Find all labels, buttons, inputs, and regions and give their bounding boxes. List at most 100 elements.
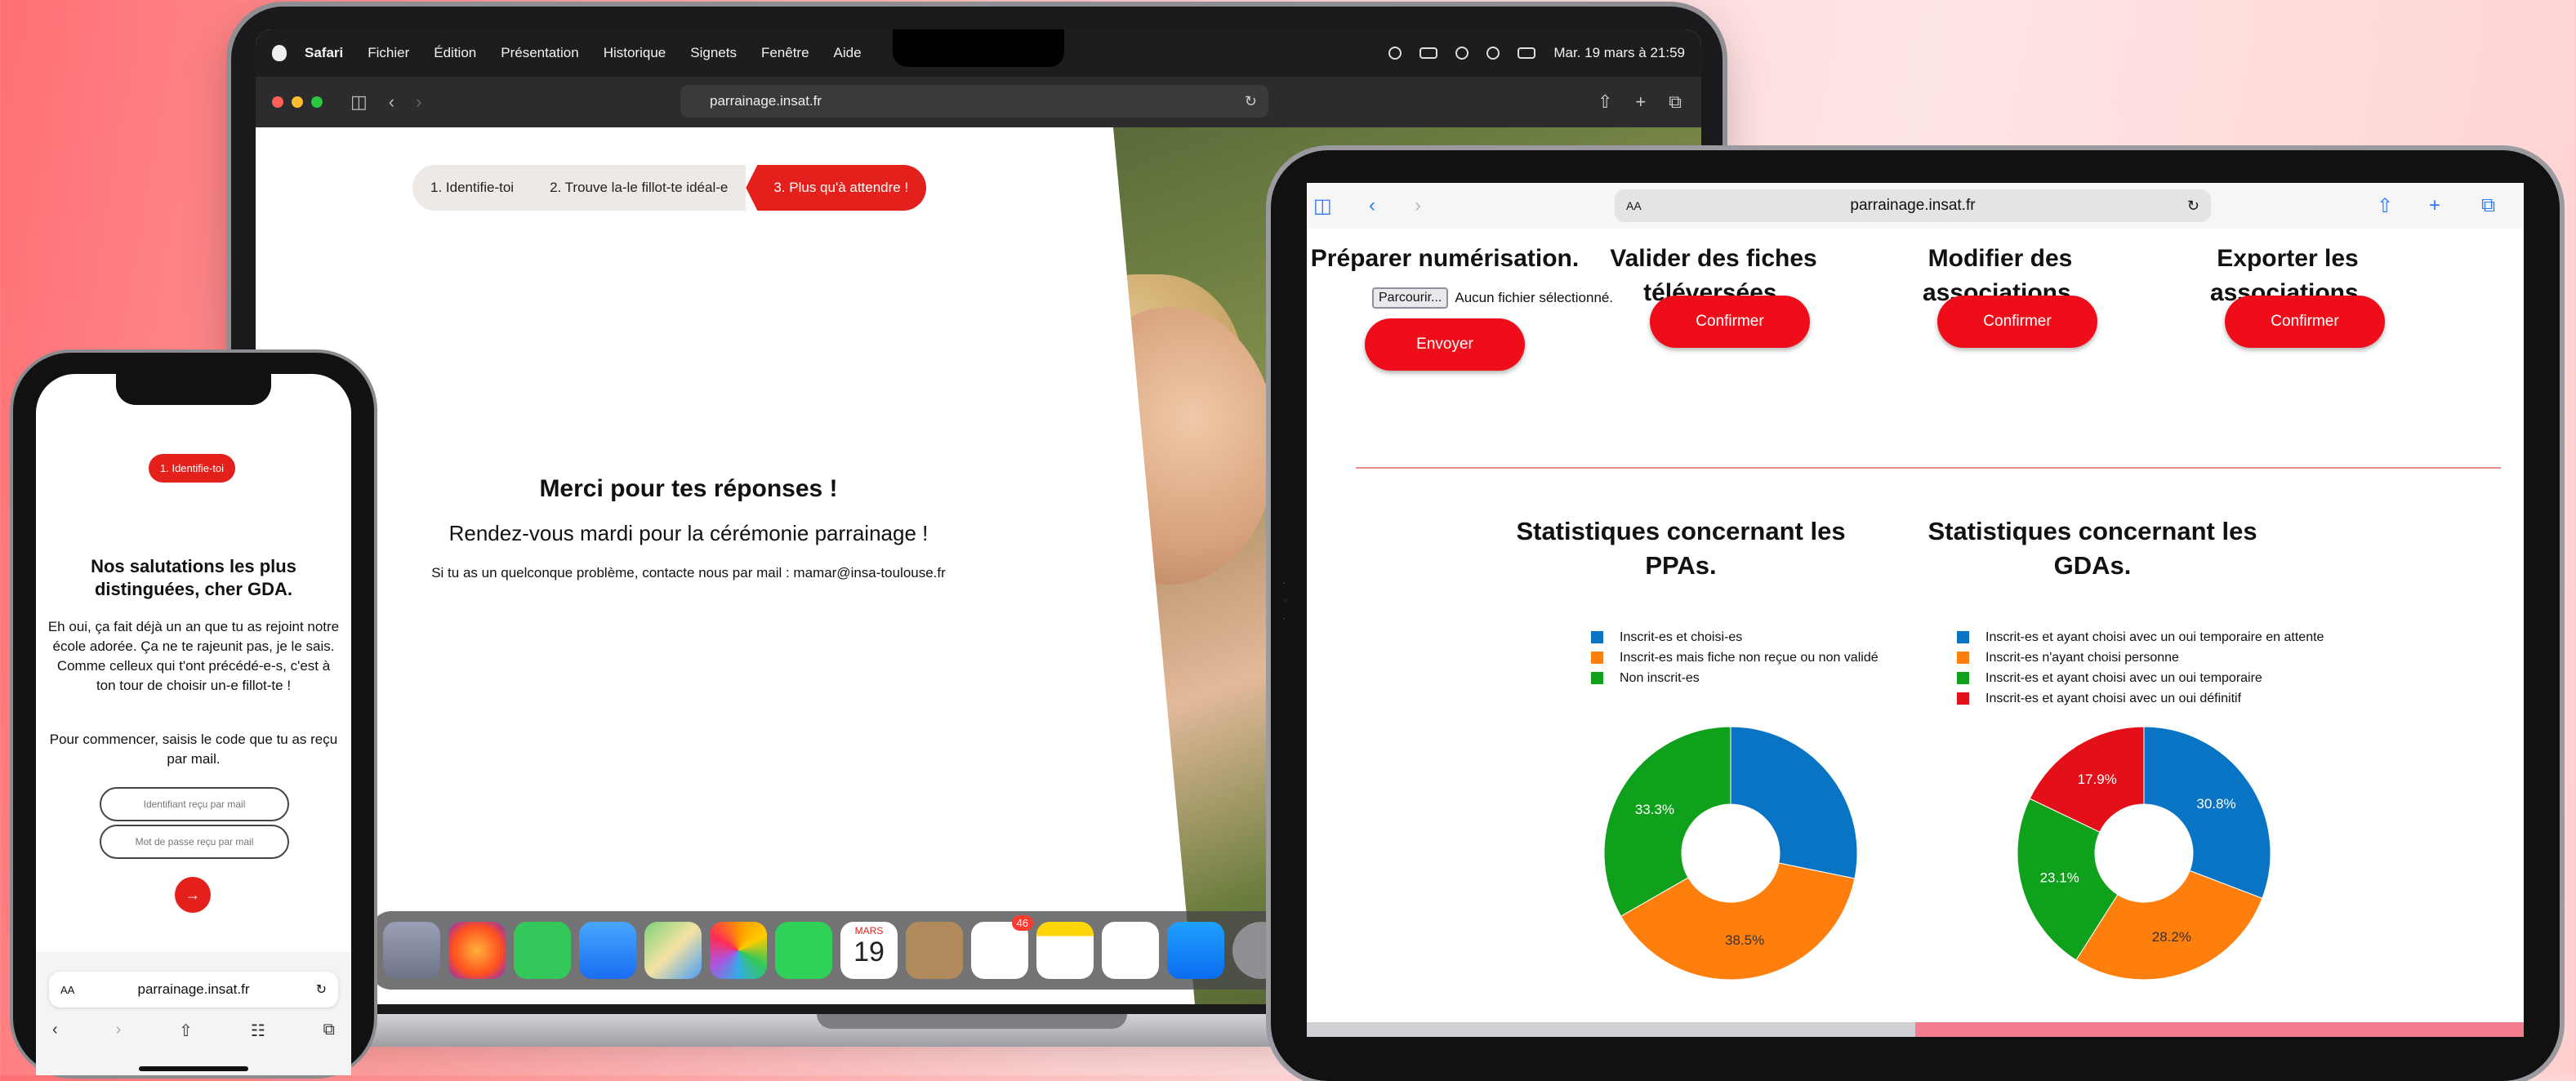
menu-historique[interactable]: Historique (604, 45, 666, 61)
tablet-address-bar[interactable]: AA parrainage.insat.fr ↻ (1615, 189, 2211, 222)
identifiant-input[interactable] (100, 787, 289, 821)
confirm-validate-button[interactable]: Confirmer (1650, 296, 1810, 348)
facetime-icon[interactable] (775, 922, 832, 979)
legend-entry[interactable]: Inscrit-es et ayant choisi avec un oui d… (1957, 688, 2324, 709)
phone-share-icon[interactable]: ⇧ (179, 1021, 193, 1041)
reminders-badge: 46 (1011, 915, 1033, 931)
menu-presentation[interactable]: Présentation (501, 45, 578, 61)
launchpad-icon[interactable] (383, 922, 440, 979)
donut-slice-label: 33.3% (1635, 802, 1674, 817)
donut-slice[interactable] (1603, 726, 1731, 917)
focus-icon[interactable] (1388, 47, 1402, 60)
calendar-icon[interactable]: MARS 19 (840, 922, 898, 979)
menubar-clock[interactable]: Mar. 19 mars à 21:59 (1553, 45, 1685, 61)
photos-icon[interactable] (710, 922, 767, 979)
donut-slice[interactable] (1730, 726, 1858, 879)
donut-slice[interactable] (2143, 726, 2271, 899)
legend-entry[interactable]: Inscrit-es mais fiche non reçue ou non v… (1591, 647, 1879, 668)
gda-legend: Inscrit-es et ayant choisi avec un oui t… (1957, 627, 2324, 709)
minimize-window-button[interactable] (292, 96, 303, 108)
donut-slice-label: 17.9% (2078, 772, 2117, 787)
sidebar-icon[interactable]: ◫ (350, 91, 368, 113)
legend-swatch (1957, 631, 1969, 643)
search-icon[interactable] (1486, 47, 1500, 60)
share-icon[interactable]: ⇧ (1598, 91, 1612, 113)
menu-fenetre[interactable]: Fenêtre (761, 45, 809, 61)
calendar-month: MARS (854, 925, 884, 936)
window-controls (272, 96, 323, 108)
laptop-url-text: parrainage.insat.fr (710, 93, 822, 109)
messages-icon[interactable] (514, 922, 571, 979)
legend-label: Non inscrit-es (1620, 671, 1700, 685)
safari-toolbar: ◫ ‹ › parrainage.insat.fr ↻ ⇧ + ⧉ (256, 77, 1701, 127)
submit-arrow-button[interactable]: → (175, 877, 211, 913)
tablet-share-icon[interactable]: ⇧ (2377, 194, 2393, 218)
notes-icon[interactable] (1036, 922, 1094, 979)
phone-tabs-icon[interactable]: ⧉ (323, 1021, 335, 1041)
forward-icon[interactable]: › (416, 91, 421, 113)
tablet-back-icon[interactable]: ‹ (1369, 194, 1375, 217)
step-find-fillot[interactable]: 2. Trouve la-le fillot-te idéal-e (532, 165, 747, 211)
laptop-base-notch (817, 1014, 1127, 1029)
phone-step-identify[interactable]: 1. Identifie-toi (149, 454, 236, 483)
mail-icon[interactable] (579, 922, 636, 979)
password-input[interactable] (100, 825, 289, 859)
freeform-icon[interactable] (1102, 922, 1159, 979)
legend-entry[interactable]: Inscrit-es et ayant choisi avec un oui t… (1957, 668, 2324, 688)
back-icon[interactable]: ‹ (389, 91, 394, 113)
battery-icon[interactable] (1419, 47, 1438, 59)
legend-label: Inscrit-es et ayant choisi avec un oui t… (1985, 671, 2262, 685)
reminders-icon[interactable]: 46 (971, 915, 1033, 979)
thanks-contact: Si tu as un quelconque problème, contact… (431, 565, 946, 581)
apple-icon[interactable] (272, 45, 287, 61)
tablet-side-indicator: · ◦ · (1282, 577, 1290, 626)
tablet-reload-icon[interactable]: ↻ (2187, 198, 2199, 215)
tablet-reader-icon[interactable]: AA (1626, 199, 1642, 212)
step-wait[interactable]: 3. Plus qu'à attendre ! (746, 165, 927, 211)
app-store-icon[interactable] (1167, 922, 1224, 979)
tablet-sidebar-icon[interactable]: ◫ (1313, 194, 1332, 218)
zoom-window-button[interactable] (311, 96, 323, 108)
maps-icon[interactable] (644, 922, 702, 979)
reload-icon[interactable]: ↻ (1245, 93, 1257, 110)
mac-menubar: Safari Fichier Édition Présentation Hist… (256, 29, 1701, 77)
phone-forward-icon[interactable]: › (116, 1021, 122, 1041)
new-tab-icon[interactable]: + (1635, 91, 1646, 113)
tablet-forward-icon[interactable]: › (1415, 194, 1421, 217)
tablet-new-tab-icon[interactable]: + (2429, 194, 2440, 217)
legend-swatch (1957, 692, 1969, 705)
close-window-button[interactable] (272, 96, 283, 108)
envoyer-button[interactable]: Envoyer (1365, 318, 1525, 371)
menu-signets[interactable]: Signets (690, 45, 737, 61)
home-indicator (139, 1066, 248, 1071)
confirm-export-button[interactable]: Confirmer (2225, 296, 2385, 348)
phone-reader-icon[interactable]: AA (60, 984, 74, 996)
menu-fichier[interactable]: Fichier (368, 45, 409, 61)
tab-overview-icon[interactable]: ⧉ (1669, 91, 1682, 113)
contacts-icon[interactable] (906, 922, 963, 979)
phone-reload-icon[interactable]: ↻ (316, 981, 327, 998)
legend-entry[interactable]: Inscrit-es et choisi-es (1591, 627, 1879, 647)
menu-edition[interactable]: Édition (434, 45, 476, 61)
legend-entry[interactable]: Inscrit-es et ayant choisi avec un oui t… (1957, 627, 2324, 647)
ppa-stats-title: Statistiques concernant les PPAs. (1516, 517, 1846, 580)
legend-label: Inscrit-es mais fiche non reçue ou non v… (1620, 651, 1879, 665)
tablet-tabs-icon[interactable]: ⧉ (2481, 194, 2495, 217)
control-center-icon[interactable] (1518, 47, 1536, 59)
screen-mirroring-icon[interactable] (1455, 47, 1469, 60)
phone-address-bar[interactable]: AA parrainage.insat.fr ↻ (49, 972, 338, 1008)
step-identify[interactable]: 1. Identifie-toi (412, 165, 533, 211)
menu-aide[interactable]: Aide (834, 45, 862, 61)
legend-entry[interactable]: Inscrit-es n'ayant choisi personne (1957, 647, 2324, 668)
phone-back-icon[interactable]: ‹ (52, 1021, 58, 1041)
donut-slice-label: 23.1% (2040, 870, 2079, 886)
donut-slice-label: 28.2% (2152, 929, 2191, 945)
browse-file-button[interactable]: Parcourir... (1372, 287, 1449, 309)
menu-app-name[interactable]: Safari (305, 45, 343, 61)
phone-bookmarks-icon[interactable]: ☷ (251, 1021, 265, 1041)
legend-entry[interactable]: Non inscrit-es (1591, 668, 1879, 688)
confirm-modify-button[interactable]: Confirmer (1937, 296, 2097, 348)
address-bar[interactable]: parrainage.insat.fr ↻ (680, 85, 1268, 118)
safari-toolbar-right: ⇧ + ⧉ (1598, 77, 1682, 127)
firefox-icon[interactable] (448, 922, 506, 979)
